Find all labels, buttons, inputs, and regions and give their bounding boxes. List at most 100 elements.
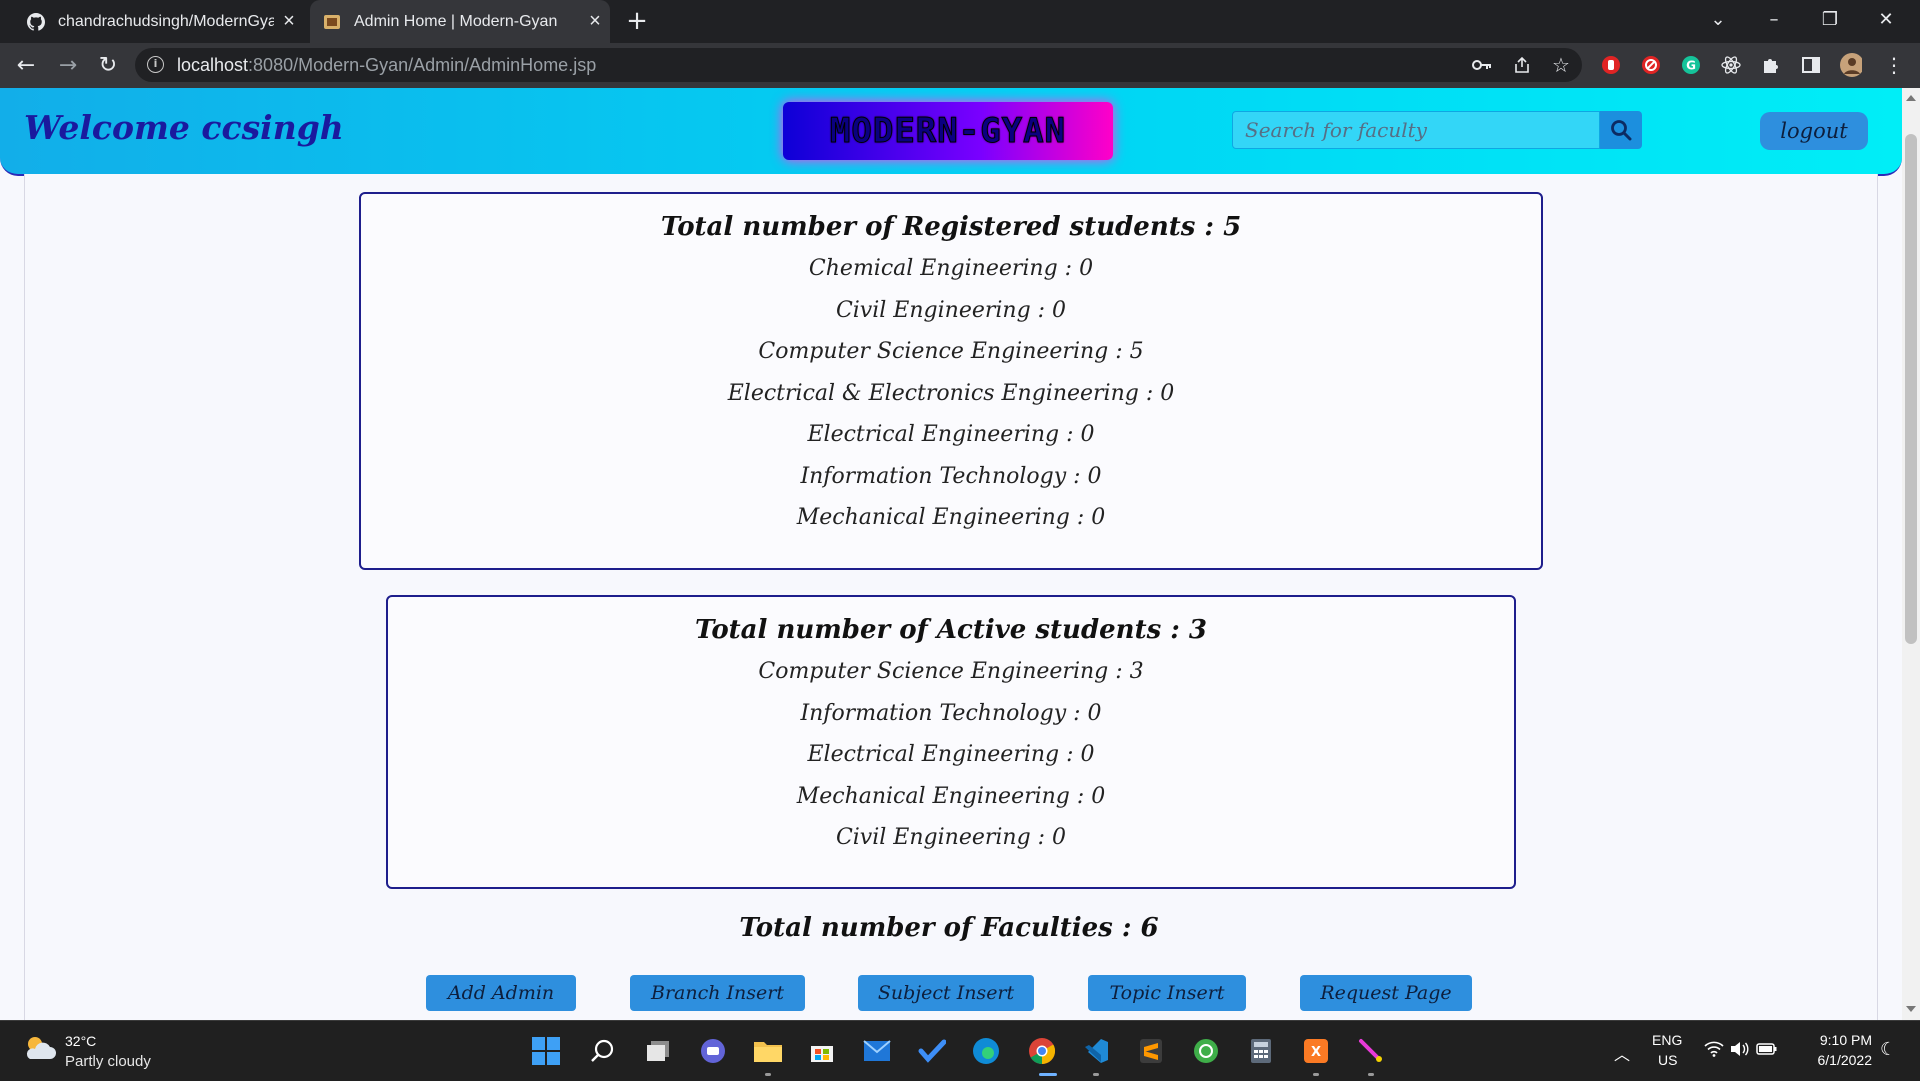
active-row: Civil Engineering : 0 xyxy=(835,825,1067,850)
battery-icon[interactable] xyxy=(1756,1041,1778,1061)
vscode-icon[interactable] xyxy=(1080,1035,1112,1067)
faculty-search-input[interactable] xyxy=(1232,111,1600,149)
dashboard-content: Total number of Registered students : 5 … xyxy=(24,174,1878,1020)
edge-browser-icon[interactable] xyxy=(970,1035,1002,1067)
active-row: Information Technology : 0 xyxy=(800,700,1102,726)
browser-menu-icon[interactable]: ⋮ xyxy=(1883,53,1905,77)
close-tab-icon[interactable]: × xyxy=(274,10,304,33)
forward-arrow-icon[interactable]: → xyxy=(52,50,84,82)
svg-text:X: X xyxy=(1311,1045,1321,1060)
back-arrow-icon[interactable]: ← xyxy=(10,50,42,82)
mail-icon[interactable] xyxy=(861,1035,893,1067)
language-indicator[interactable]: ENG xyxy=(1652,1032,1682,1048)
browser-tab-github[interactable]: chandrachudsingh/ModernGyan × xyxy=(14,0,304,43)
windows-start-icon[interactable] xyxy=(530,1035,562,1067)
weather-cloud-icon[interactable] xyxy=(22,1033,58,1065)
new-tab-button[interactable]: + xyxy=(622,6,652,36)
close-tab-icon[interactable]: × xyxy=(580,10,610,33)
active-row: Electrical Engineering : 0 xyxy=(807,742,1095,767)
url-text: localhost:8080/Modern-Gyan/Admin/AdminHo… xyxy=(177,55,597,75)
keyboard-layout-indicator[interactable]: US xyxy=(1658,1052,1677,1068)
subject-insert-button[interactable]: Subject Insert xyxy=(858,975,1034,1011)
react-devtools-icon[interactable] xyxy=(1720,54,1742,76)
profile-avatar[interactable] xyxy=(1840,53,1862,77)
page-viewport: Welcome ccsingh MODERN-GYAN logout Total… xyxy=(0,88,1920,1020)
active-indicator xyxy=(1039,1073,1057,1076)
browser-tab-strip: chandrachudsingh/ModernGyan × Admin Home… xyxy=(0,0,1920,43)
extension-block-icon[interactable] xyxy=(1640,54,1662,76)
app-green-globe-icon[interactable] xyxy=(1190,1035,1222,1067)
weather-description: Partly cloudy xyxy=(65,1053,151,1070)
active-students-heading: Total number of Active students : 3 xyxy=(694,615,1208,645)
registered-students-card: Total number of Registered students : 5 … xyxy=(359,192,1543,570)
restore-button[interactable]: ❐ xyxy=(1802,0,1858,40)
faculty-search xyxy=(1232,111,1642,149)
branch-insert-button[interactable]: Branch Insert xyxy=(630,975,805,1011)
welcome-text: Welcome ccsingh xyxy=(24,108,344,147)
sublime-text-icon[interactable] xyxy=(1135,1035,1167,1067)
browser-tab-admin-home[interactable]: Admin Home | Modern-Gyan × xyxy=(310,0,610,43)
scroll-up-arrow-icon[interactable] xyxy=(1906,95,1916,101)
registered-row: Chemical Engineering : 0 xyxy=(808,256,1094,281)
show-hidden-icons-chevron-icon[interactable]: ︿ xyxy=(1614,1041,1630,1065)
site-header: Welcome ccsingh MODERN-GYAN logout xyxy=(0,88,1902,176)
registered-row: Computer Science Engineering : 5 xyxy=(758,339,1144,364)
task-view-icon[interactable] xyxy=(642,1035,674,1067)
reload-icon[interactable]: ↻ xyxy=(92,50,124,82)
xampp-icon[interactable]: X xyxy=(1300,1035,1332,1067)
extension-hand-icon[interactable] xyxy=(1600,54,1622,76)
site-favicon-icon xyxy=(322,12,342,32)
windows-taskbar: 32°C Partly cloudy X ︿ ENG US 9:10 PM 6/… xyxy=(0,1020,1920,1081)
add-admin-button[interactable]: Add Admin xyxy=(426,975,576,1011)
topic-insert-button[interactable]: Topic Insert xyxy=(1088,975,1246,1011)
address-bar[interactable]: i localhost:8080/Modern-Gyan/Admin/Admin… xyxy=(135,48,1582,82)
active-students-card: Total number of Active students : 3 Comp… xyxy=(386,595,1516,889)
extensions-puzzle-icon[interactable] xyxy=(1760,54,1782,76)
side-panel-icon[interactable] xyxy=(1800,54,1822,76)
active-row: Mechanical Engineering : 0 xyxy=(796,783,1106,809)
weather-temperature: 32°C xyxy=(65,1033,97,1049)
page-scrollbar[interactable] xyxy=(1902,88,1920,1020)
tab-search-chevron-icon[interactable]: ⌄ xyxy=(1690,0,1746,40)
volume-icon[interactable] xyxy=(1730,1041,1750,1061)
grammarly-icon[interactable]: G xyxy=(1680,54,1702,76)
registered-students-heading: Total number of Registered students : 5 xyxy=(660,212,1242,242)
search-button[interactable] xyxy=(1600,111,1642,149)
share-icon[interactable] xyxy=(1511,54,1533,76)
todo-check-icon[interactable] xyxy=(916,1035,948,1067)
search-icon[interactable] xyxy=(586,1035,618,1067)
wifi-icon[interactable] xyxy=(1704,1041,1724,1061)
site-info-icon[interactable]: i xyxy=(147,56,164,73)
calculator-icon[interactable] xyxy=(1245,1035,1277,1067)
github-icon xyxy=(26,12,46,32)
microsoft-store-icon[interactable] xyxy=(806,1035,838,1067)
active-row: Computer Science Engineering : 3 xyxy=(758,659,1144,684)
notifications-icon[interactable]: ☾ xyxy=(1880,1039,1896,1060)
logo-text: MODERN-GYAN xyxy=(829,111,1067,152)
tab-title: chandrachudsingh/ModernGyan xyxy=(58,12,274,30)
site-logo[interactable]: MODERN-GYAN xyxy=(783,102,1113,160)
registered-row: Mechanical Engineering : 0 xyxy=(796,505,1106,530)
clock-time[interactable]: 9:10 PM xyxy=(1812,1032,1872,1048)
scroll-down-arrow-icon[interactable] xyxy=(1906,1006,1916,1012)
running-indicator xyxy=(1093,1073,1099,1076)
clock-date[interactable]: 6/1/2022 xyxy=(1800,1052,1873,1068)
browser-toolbar: ← → ↻ i localhost:8080/Modern-Gyan/Admin… xyxy=(0,43,1920,88)
registered-row: Electrical & Electronics Engineering : 0 xyxy=(727,380,1175,406)
running-indicator xyxy=(1368,1073,1374,1076)
faculties-count-heading: Total number of Faculties : 6 xyxy=(739,913,1159,943)
chrome-browser-icon[interactable] xyxy=(1026,1035,1058,1067)
snipping-pen-icon[interactable] xyxy=(1355,1035,1387,1067)
teams-chat-icon[interactable] xyxy=(697,1035,729,1067)
registered-row: Civil Engineering : 0 xyxy=(835,297,1067,323)
close-window-button[interactable]: ✕ xyxy=(1858,0,1914,40)
request-page-button[interactable]: Request Page xyxy=(1300,975,1472,1011)
search-icon xyxy=(1611,120,1632,141)
logout-button[interactable]: logout xyxy=(1760,112,1868,150)
minimize-button[interactable]: – xyxy=(1746,0,1802,40)
registered-row: Information Technology : 0 xyxy=(800,463,1102,489)
file-explorer-icon[interactable] xyxy=(752,1035,784,1067)
bookmark-star-icon[interactable]: ☆ xyxy=(1550,53,1572,77)
key-icon[interactable] xyxy=(1471,54,1493,76)
scroll-thumb[interactable] xyxy=(1905,134,1917,644)
